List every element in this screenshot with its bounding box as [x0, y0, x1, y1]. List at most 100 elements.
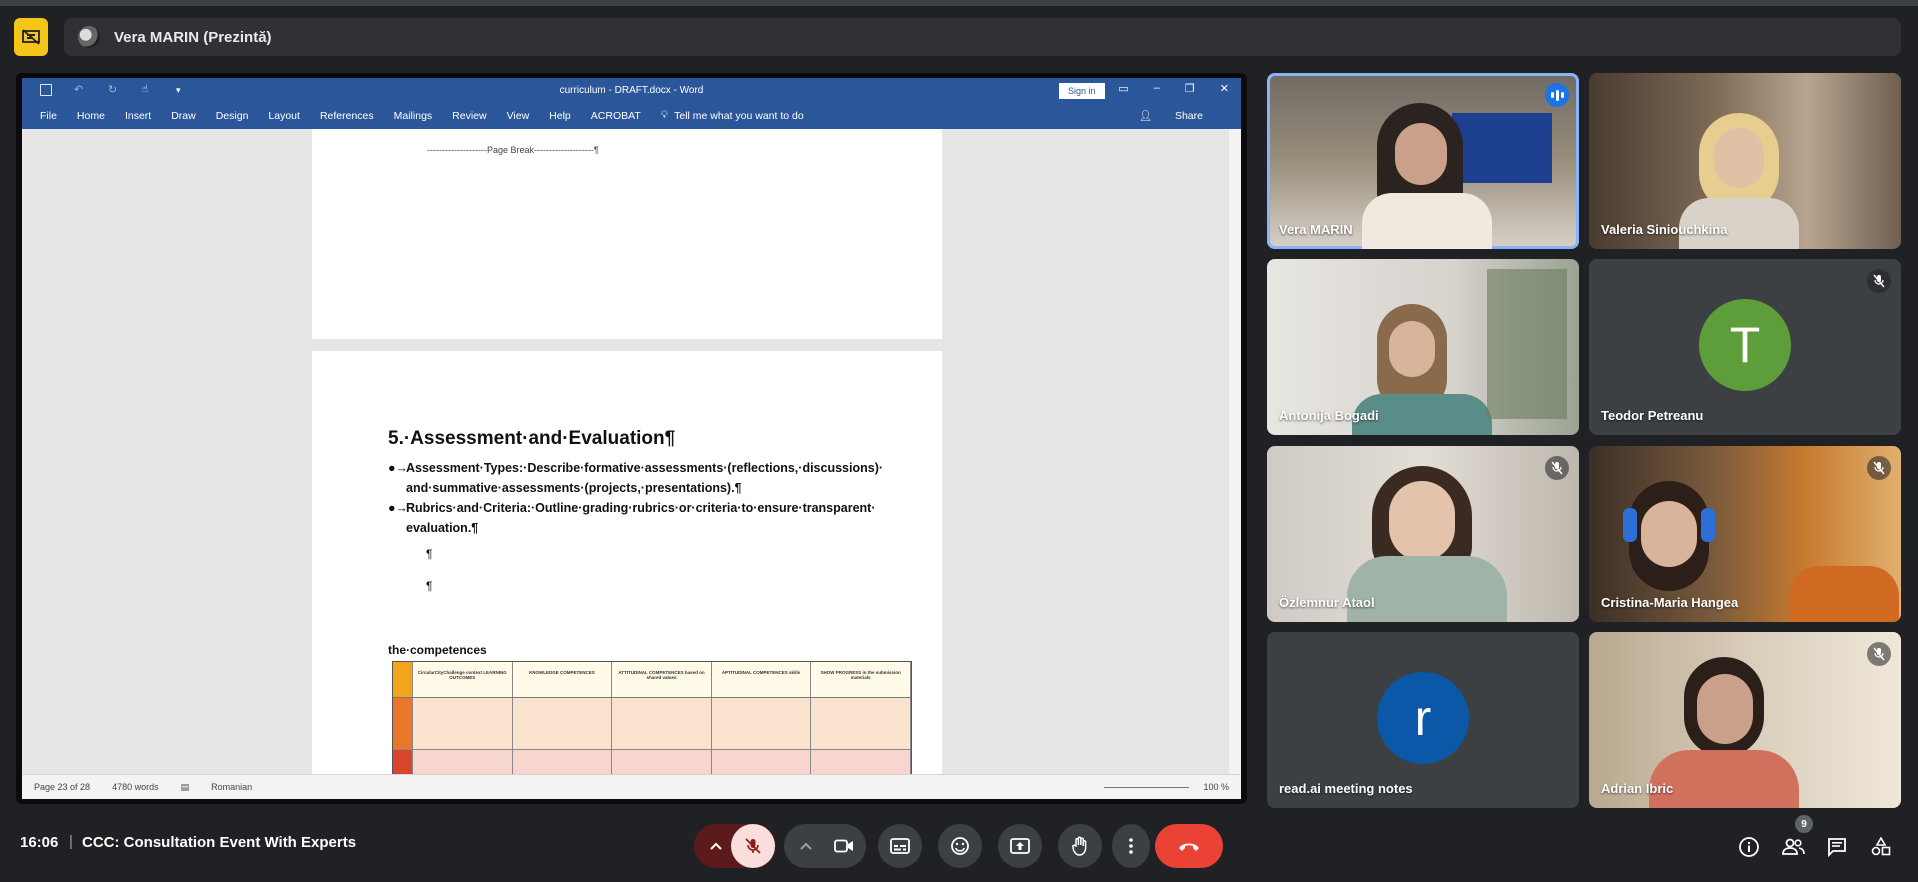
mic-button[interactable] [731, 824, 775, 868]
scarf [1362, 193, 1492, 249]
meeting-control-bar: 16:06 | CCC: Consultation Event With Exp… [0, 815, 1918, 882]
meeting-details-button[interactable] [1734, 832, 1764, 862]
face [1395, 123, 1447, 185]
headphones [1623, 508, 1637, 542]
shirt [1649, 750, 1799, 808]
zoom-level[interactable]: 100 % [1203, 782, 1229, 792]
people-button[interactable] [1778, 832, 1808, 862]
word-count[interactable]: 4780 words [112, 782, 159, 792]
tab-help[interactable]: Help [549, 110, 571, 122]
headphones [1701, 508, 1715, 542]
present-screen-button[interactable] [998, 824, 1042, 868]
participant-tile[interactable]: Cristina-Maria Hangea [1589, 446, 1901, 622]
tab-mailings[interactable]: Mailings [394, 110, 433, 122]
avatar: T [1699, 299, 1791, 391]
present-to-all-icon [1010, 838, 1030, 854]
present-off-icon [22, 29, 40, 45]
language[interactable]: Romanian [211, 782, 252, 792]
share-button[interactable]: 👤︎ Share [1139, 109, 1223, 122]
tab-draw[interactable]: Draw [171, 110, 196, 122]
participant-name: Vera MARIN [1279, 222, 1353, 237]
bullet-mark: ●→ [388, 501, 409, 515]
face [1389, 481, 1455, 561]
bullet-item: ●→ Assessment·Types:·Describe·formative·… [388, 458, 884, 498]
bullet-line: Assessment·Types:·Describe·formative·ass… [406, 461, 884, 475]
camera-button[interactable] [822, 824, 866, 868]
leave-call-button[interactable] [1155, 824, 1223, 868]
table-cell [612, 750, 712, 774]
table-cell [393, 698, 413, 749]
chat-button[interactable] [1822, 832, 1852, 862]
chevron-up-icon [710, 842, 722, 850]
participant-tile[interactable]: T Teodor Petreanu [1589, 259, 1901, 435]
window-controls: ▭ – ❐ ✕ [1118, 82, 1229, 95]
empty-paragraph: ¶ [426, 579, 433, 593]
face [1389, 321, 1435, 377]
hand-icon [1072, 836, 1087, 856]
tab-acrobat[interactable]: ACROBAT [591, 110, 641, 122]
vertical-scrollbar[interactable] [1229, 129, 1241, 774]
call-end-icon [1179, 843, 1199, 851]
info-icon [1739, 837, 1759, 857]
tab-layout[interactable]: Layout [268, 110, 300, 122]
participant-tile[interactable]: Valeria Siniouchkina [1589, 73, 1901, 249]
tab-home[interactable]: Home [77, 110, 105, 122]
tab-review[interactable]: Review [452, 110, 486, 122]
participant-name: read.ai meeting notes [1279, 781, 1413, 796]
bullet-mark: ●→ [388, 461, 409, 475]
word-window: ↶ ↻ ☝ ▾ curriculum - DRAFT.docx - Word S… [22, 78, 1241, 799]
meeting-clock: 16:06 [20, 834, 59, 851]
sign-in-button[interactable]: Sign in [1059, 83, 1105, 99]
close-icon[interactable]: ✕ [1220, 82, 1229, 95]
participant-name: Özlemnur Ataol [1279, 595, 1375, 610]
participant-tile[interactable]: Vera MARIN [1267, 73, 1579, 249]
reactions-button[interactable] [938, 824, 982, 868]
raise-hand-button[interactable] [1058, 824, 1102, 868]
shared-screen: ↶ ↻ ☝ ▾ curriculum - DRAFT.docx - Word S… [16, 73, 1247, 804]
word-ribbon-tabs: File Home Insert Draw Design Layout Refe… [22, 102, 1241, 129]
tell-me-search[interactable]: Tell me what you want to do [674, 110, 804, 122]
document-page: 5.·Assessment·and·Evaluation¶ ●→ Assessm… [312, 351, 942, 774]
participant-tile[interactable]: Adrian Ibric [1589, 632, 1901, 808]
tab-file[interactable]: File [40, 110, 57, 122]
mic-off-icon [1545, 456, 1569, 480]
table-cell [612, 698, 712, 749]
presenter-label: Vera MARIN (Prezintă) [114, 28, 272, 46]
bullet-item: ●→ Rubrics·and·Criteria:·Outline·grading… [388, 498, 876, 538]
minimize-icon[interactable]: – [1154, 82, 1160, 95]
document-canvas[interactable]: --------------------Page Break----------… [22, 129, 1241, 774]
zoom-slider[interactable] [1104, 787, 1189, 788]
document-page: --------------------Page Break----------… [312, 129, 942, 339]
tab-insert[interactable]: Insert [125, 110, 151, 122]
tab-design[interactable]: Design [216, 110, 249, 122]
captions-button[interactable] [878, 824, 922, 868]
chat-icon [1828, 838, 1846, 857]
tab-view[interactable]: View [507, 110, 530, 122]
tab-references[interactable]: References [320, 110, 374, 122]
participant-tile[interactable]: r read.ai meeting notes [1267, 632, 1579, 808]
video-camera-icon [834, 839, 853, 853]
mic-off-icon [1867, 642, 1891, 666]
page-count[interactable]: Page 23 of 28 [34, 782, 90, 792]
maximize-icon[interactable]: ❐ [1185, 82, 1195, 95]
table-cell [712, 698, 812, 749]
participant-tile[interactable]: Özlemnur Ataol [1267, 446, 1579, 622]
proofing-icon[interactable]: ▤ [181, 782, 190, 793]
more-options-button[interactable] [1112, 824, 1150, 868]
participant-tile[interactable]: Antonija Bogadi [1267, 259, 1579, 435]
table-header-cell: SHOW PROGRESS in the submission material… [811, 662, 911, 697]
separator: | [69, 833, 73, 850]
plant [1487, 269, 1567, 419]
shapes-icon [1871, 837, 1891, 856]
stop-presenting-button[interactable] [14, 18, 48, 56]
section-heading: 5.·Assessment·and·Evaluation¶ [388, 428, 676, 449]
closed-captions-icon [890, 838, 910, 854]
ribbon-display-icon[interactable]: ▭ [1118, 82, 1128, 95]
participant-name: Teodor Petreanu [1601, 408, 1704, 423]
mic-off-icon [1867, 456, 1891, 480]
competences-table: CircularCityChallenge context LEARNING O… [392, 661, 912, 774]
competences-label: the·competences [388, 643, 487, 657]
page-break-marker: --------------------Page Break----------… [427, 145, 599, 155]
activities-button[interactable] [1866, 832, 1896, 862]
face [1641, 501, 1697, 567]
